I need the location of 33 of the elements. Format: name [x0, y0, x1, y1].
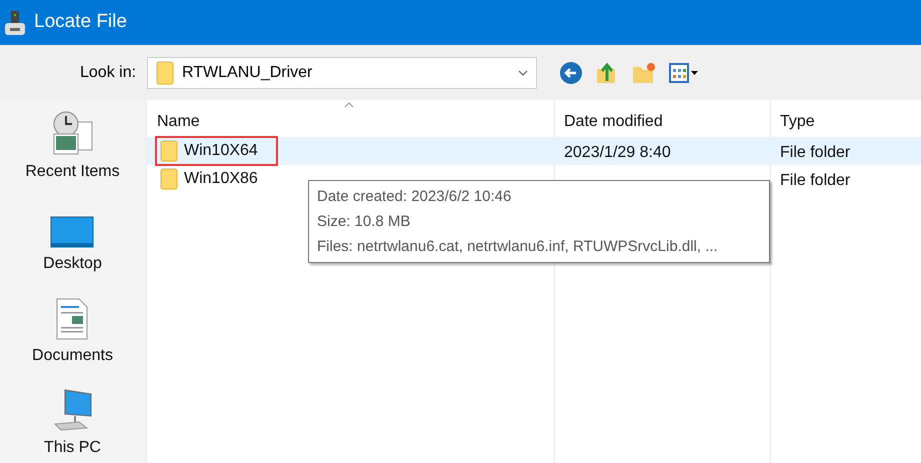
file-row[interactable]: Win10X64 2023/1/29 8:40 File folder	[147, 137, 921, 165]
view-menu-button[interactable]	[669, 62, 698, 82]
look-in-dropdown[interactable]: RTWLANU_Driver	[147, 56, 537, 88]
document-icon	[56, 298, 88, 340]
sidebar-item[interactable]: Recent Items	[25, 106, 120, 184]
sort-ascending-icon	[344, 102, 354, 108]
column-header[interactable]: Date modified	[564, 110, 663, 134]
back-icon[interactable]	[559, 60, 583, 84]
folder-icon	[160, 168, 178, 190]
usb-adapter-icon	[4, 8, 26, 36]
window-title: Locate File	[34, 10, 127, 34]
file-name: Win10X64	[184, 141, 258, 161]
type-cell-text: File folder	[780, 171, 850, 191]
tooltip-line: Size: 10.8 MB	[317, 212, 412, 232]
tooltip-line: Date created: 2023/6/2 10:46	[317, 187, 512, 207]
sidebar-item[interactable]: This PC	[44, 382, 101, 460]
column-header[interactable]: Type	[780, 110, 815, 134]
desktop-icon	[50, 216, 94, 248]
caret-icon	[691, 70, 698, 74]
look-in-label: Look in:	[80, 62, 138, 82]
chevron-down-icon	[518, 70, 528, 76]
column-header[interactable]: Name	[157, 110, 200, 134]
sidebar-item[interactable]: Desktop	[43, 198, 102, 276]
grid-view-icon	[669, 62, 689, 82]
folder-icon	[160, 140, 178, 162]
folder-icon	[156, 60, 174, 84]
sidebar-item[interactable]: Documents	[32, 290, 113, 368]
tooltip-line: Files: netrtwlanu6.cat, netrtwlanu6.inf, RTUWPSrvcLib.dll, ...	[317, 237, 719, 257]
type-cell-text: File folder	[780, 143, 850, 163]
new-folder-icon[interactable]	[631, 60, 657, 84]
file-name: Win10X86	[184, 169, 258, 189]
look-in-value: RTWLANU_Driver	[182, 62, 314, 82]
date-cell-text: 2023/1/29 8:40	[564, 143, 671, 163]
